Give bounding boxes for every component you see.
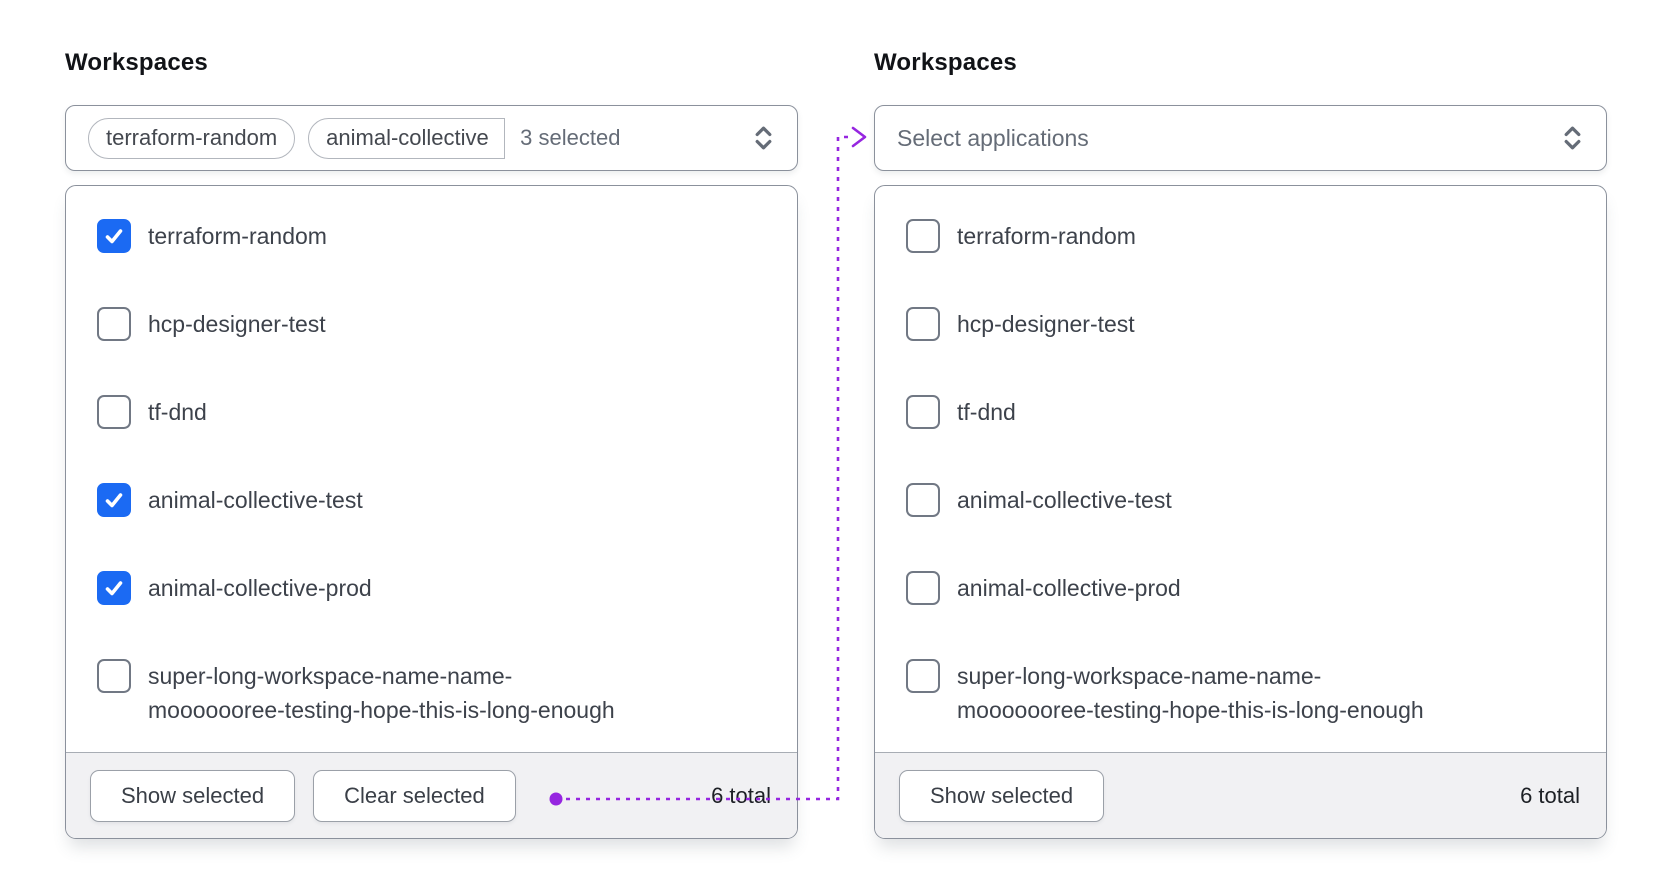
option-label: super-long-workspace-name-name- moooooor… <box>957 663 1424 723</box>
selected-tag-clipped: animal-collective <box>308 117 506 159</box>
selected-tag: terraform-random <box>88 117 296 159</box>
option-checkbox[interactable] <box>906 659 940 693</box>
workspace-option[interactable]: terraform-random <box>875 192 1606 280</box>
option-label: hcp-designer-test <box>957 311 1135 337</box>
option-checkbox[interactable] <box>97 659 131 693</box>
option-label: animal-collective-prod <box>957 575 1181 601</box>
options-list: terraform-random hcp-designer-test tf-dn… <box>66 186 797 752</box>
workspace-option[interactable]: super-long-workspace-name-name- moooooor… <box>66 632 797 752</box>
option-checkbox[interactable] <box>906 483 940 517</box>
workspace-option[interactable]: animal-collective-test <box>66 456 797 544</box>
workspaces-multiselect-left: Workspaces terraform-random animal-colle… <box>65 48 798 839</box>
workspaces-multiselect-right: Workspaces Select applications terraform… <box>874 48 1607 839</box>
option-checkbox[interactable] <box>97 571 131 605</box>
total-count-label: 6 total <box>711 782 771 808</box>
select-label: Workspaces <box>65 49 208 76</box>
selected-count-label: 3 selected <box>520 125 621 150</box>
option-label: super-long-workspace-name-name- moooooor… <box>148 663 615 723</box>
select-placeholder: Select applications <box>897 124 1089 151</box>
check-icon <box>102 224 126 248</box>
show-selected-button[interactable]: Show selected <box>899 769 1105 822</box>
options-listbox: terraform-random hcp-designer-test tf-dn… <box>65 185 798 839</box>
option-checkbox[interactable] <box>97 483 131 517</box>
workspace-option[interactable]: animal-collective-prod <box>66 544 797 632</box>
listbox-footer: Show selected Clear selected 6 total <box>66 752 797 838</box>
clear-selected-button[interactable]: Clear selected <box>313 769 516 822</box>
page-root: Workspaces terraform-random animal-colle… <box>0 0 1672 892</box>
option-label: tf-dnd <box>148 399 207 425</box>
workspace-option[interactable]: animal-collective-test <box>875 456 1606 544</box>
check-icon <box>102 488 126 512</box>
unfold-more-icon <box>752 124 775 152</box>
option-label: hcp-designer-test <box>148 311 326 337</box>
option-checkbox[interactable] <box>906 571 940 605</box>
option-checkbox[interactable] <box>906 307 940 341</box>
workspace-option[interactable]: animal-collective-prod <box>875 544 1606 632</box>
workspace-option[interactable]: tf-dnd <box>66 368 797 456</box>
option-checkbox[interactable] <box>97 307 131 341</box>
workspace-option[interactable]: hcp-designer-test <box>66 280 797 368</box>
show-selected-button[interactable]: Show selected <box>90 769 296 822</box>
check-icon <box>102 576 126 600</box>
multiselect-trigger[interactable]: terraform-random animal-collective 3 sel… <box>65 105 798 171</box>
option-label: animal-collective-prod <box>148 575 372 601</box>
workspace-option[interactable]: terraform-random <box>66 192 797 280</box>
workspace-option[interactable]: hcp-designer-test <box>875 280 1606 368</box>
option-checkbox[interactable] <box>906 219 940 253</box>
select-label: Workspaces <box>874 49 1017 76</box>
option-checkbox[interactable] <box>906 395 940 429</box>
options-listbox: terraform-random hcp-designer-test tf-dn… <box>874 185 1607 839</box>
unfold-more-icon <box>1561 124 1584 152</box>
listbox-footer: Show selected 6 total <box>875 752 1606 838</box>
option-label: tf-dnd <box>957 399 1016 425</box>
multiselect-trigger[interactable]: Select applications <box>874 105 1607 171</box>
option-checkbox[interactable] <box>97 219 131 253</box>
option-label: terraform-random <box>148 223 327 249</box>
option-checkbox[interactable] <box>97 395 131 429</box>
workspace-option[interactable]: super-long-workspace-name-name- moooooor… <box>875 632 1606 752</box>
options-list: terraform-random hcp-designer-test tf-dn… <box>875 186 1606 752</box>
workspace-option[interactable]: tf-dnd <box>875 368 1606 456</box>
option-label: animal-collective-test <box>957 487 1172 513</box>
total-count-label: 6 total <box>1520 782 1580 808</box>
option-label: animal-collective-test <box>148 487 363 513</box>
option-label: terraform-random <box>957 223 1136 249</box>
